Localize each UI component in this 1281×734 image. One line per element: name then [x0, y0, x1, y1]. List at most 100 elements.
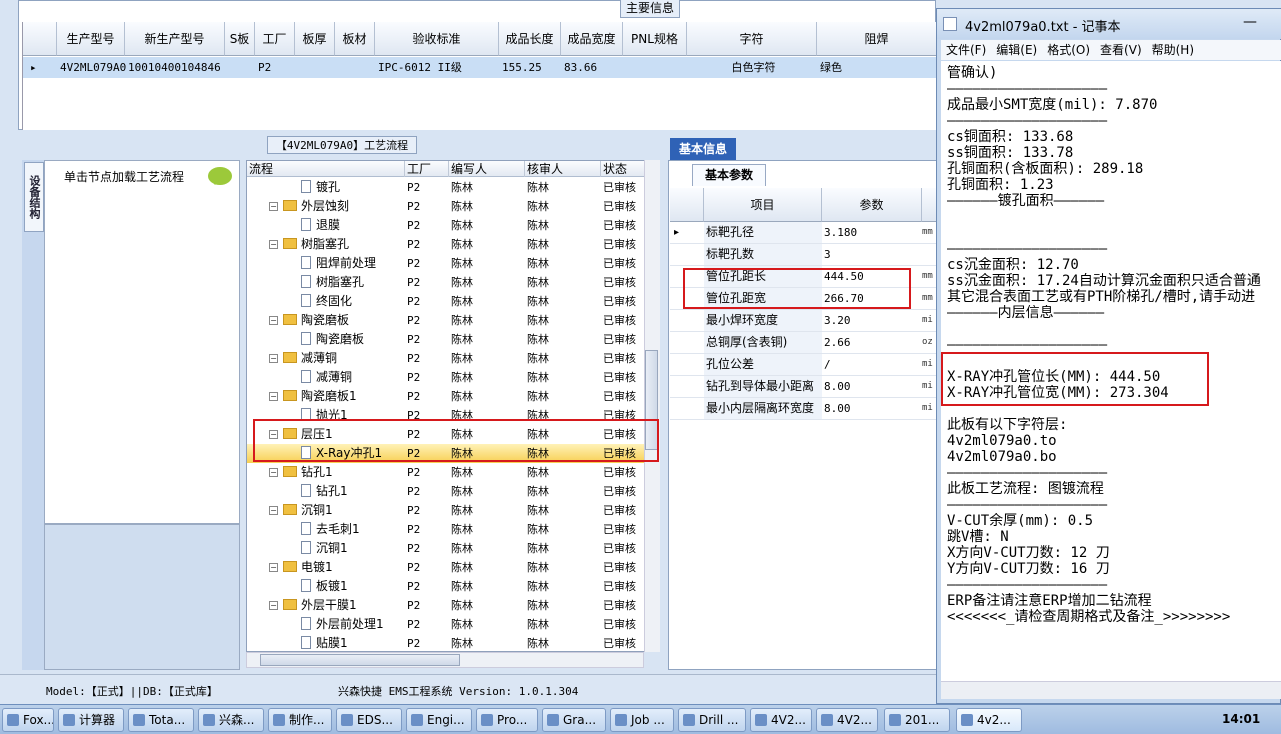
speech-bubble-icon[interactable]	[208, 167, 232, 185]
col-writer[interactable]: 编写人	[449, 161, 525, 177]
param-row[interactable]: ▸ 标靶孔径 3.180 mm	[670, 222, 938, 244]
tree-row[interactable]: − 外层干膜1 P2 陈林 陈林 已审核	[247, 596, 647, 615]
tree-row[interactable]: 阻焊前处理 P2 陈林 陈林 已审核	[247, 254, 647, 273]
col-thickness[interactable]: 板厚	[295, 22, 335, 56]
tree-row[interactable]: 终固化 P2 陈林 陈林 已审核	[247, 292, 647, 311]
menu-format[interactable]: 格式(O)	[1047, 43, 1090, 57]
tree-row[interactable]: 去毛刺1 P2 陈林 陈林 已审核	[247, 520, 647, 539]
menu-view[interactable]: 查看(V)	[1100, 43, 1142, 57]
taskbar-button[interactable]: Engi...	[406, 708, 472, 732]
collapse-toggle-icon[interactable]: −	[269, 468, 278, 477]
taskbar-button[interactable]: 4V2...	[816, 708, 878, 732]
tree-node[interactable]: 电镀1	[283, 558, 333, 577]
col-length[interactable]: 成品长度	[499, 22, 561, 56]
tree-node[interactable]: 去毛刺1	[301, 520, 360, 539]
tree-node[interactable]: 减薄铜	[301, 368, 352, 387]
collapse-toggle-icon[interactable]: −	[269, 240, 278, 249]
tree-row[interactable]: 镀孔 P2 陈林 陈林 已审核	[247, 178, 647, 197]
taskbar-button[interactable]: Gra...	[542, 708, 606, 732]
taskbar-button[interactable]: Drill ...	[678, 708, 746, 732]
minimize-icon[interactable]: —	[1239, 13, 1261, 33]
taskbar-button[interactable]: EDS...	[336, 708, 402, 732]
tree-node[interactable]: 减薄铜	[283, 349, 337, 368]
tree-row[interactable]: − 陶瓷磨板1 P2 陈林 陈林 已审核	[247, 387, 647, 406]
taskbar-button[interactable]: Pro...	[476, 708, 538, 732]
tree-row[interactable]: − 沉铜1 P2 陈林 陈林 已审核	[247, 501, 647, 520]
collapse-toggle-icon[interactable]: −	[269, 354, 278, 363]
tree-node[interactable]: 钻孔1	[301, 482, 348, 501]
notepad-titlebar[interactable]: 4v2ml079a0.txt - 记事本 —	[937, 9, 1281, 39]
tree-node[interactable]: 镀孔	[301, 178, 340, 197]
tree-node[interactable]: 外层前处理1	[301, 615, 384, 634]
tree-hscroll-thumb[interactable]	[260, 654, 460, 666]
tree-node[interactable]: 板镀1	[301, 577, 348, 596]
tree-node[interactable]: 外层干膜1	[283, 596, 357, 615]
tree-row[interactable]: 沉铜1 P2 陈林 陈林 已审核	[247, 539, 647, 558]
col-material[interactable]: 板材	[335, 22, 375, 56]
tree-row[interactable]: − 减薄铜 P2 陈林 陈林 已审核	[247, 349, 647, 368]
tree-node[interactable]: 外层蚀刻	[283, 197, 349, 216]
collapse-toggle-icon[interactable]: −	[269, 506, 278, 515]
menu-help[interactable]: 帮助(H)	[1152, 43, 1194, 57]
tree-node[interactable]: 陶瓷磨板	[301, 330, 364, 349]
taskbar-button[interactable]: 201...	[884, 708, 950, 732]
tab-basic-params[interactable]: 基本参数	[692, 164, 766, 186]
taskbar-button[interactable]: Job ...	[610, 708, 674, 732]
tree-row[interactable]: 板镀1 P2 陈林 陈林 已审核	[247, 577, 647, 596]
tree-node[interactable]: 沉铜1	[283, 501, 333, 520]
tree-row[interactable]: − 树脂塞孔 P2 陈林 陈林 已审核	[247, 235, 647, 254]
col-standard[interactable]: 验收标准	[375, 22, 499, 56]
tree-row[interactable]: − 电镀1 P2 陈林 陈林 已审核	[247, 558, 647, 577]
col-new-model[interactable]: 新生产型号	[125, 22, 225, 56]
tree-row[interactable]: 减薄铜 P2 陈林 陈林 已审核	[247, 368, 647, 387]
col-factory[interactable]: 工厂	[255, 22, 295, 56]
col-model[interactable]: 生产型号	[57, 22, 125, 56]
tree-row[interactable]: 树脂塞孔 P2 陈林 陈林 已审核	[247, 273, 647, 292]
collapse-toggle-icon[interactable]: −	[269, 316, 278, 325]
tree-node[interactable]: 树脂塞孔	[301, 273, 364, 292]
taskbar-button[interactable]: 制作...	[268, 708, 332, 732]
notepad-horizontal-scrollbar[interactable]	[941, 681, 1281, 699]
col-char[interactable]: 字符	[687, 22, 817, 56]
taskbar-button[interactable]: Fox...	[2, 708, 54, 732]
collapse-toggle-icon[interactable]: −	[269, 392, 278, 401]
col-width[interactable]: 成品宽度	[561, 22, 623, 56]
tree-row[interactable]: 贴膜1 P2 陈林 陈林 已审核	[247, 634, 647, 651]
tree-row[interactable]: 钻孔1 P2 陈林 陈林 已审核	[247, 482, 647, 501]
tab-basic-info[interactable]: 基本信息	[670, 138, 736, 160]
taskbar-button[interactable]: Tota...	[128, 708, 194, 732]
col-reviewer[interactable]: 核审人	[525, 161, 601, 177]
col-param[interactable]: 参数	[822, 188, 922, 222]
taskbar-button[interactable]: 兴森...	[198, 708, 264, 732]
tree-node[interactable]: 沉铜1	[301, 539, 348, 558]
param-row[interactable]: 总铜厚(含表铜) 2.66 oz	[670, 332, 938, 354]
tree-row[interactable]: 退膜 P2 陈林 陈林 已审核	[247, 216, 647, 235]
tree-node[interactable]: 钻孔1	[283, 463, 333, 482]
taskbar-button[interactable]: 计算器	[58, 708, 124, 732]
tree-row[interactable]: 陶瓷磨板 P2 陈林 陈林 已审核	[247, 330, 647, 349]
col-item[interactable]: 项目	[704, 188, 822, 222]
col-flow[interactable]: 流程	[247, 161, 405, 177]
collapse-toggle-icon[interactable]: −	[269, 563, 278, 572]
tree-node[interactable]: 退膜	[301, 216, 340, 235]
col-mask[interactable]: 阻焊	[817, 22, 937, 56]
param-row[interactable]: 标靶孔数 3	[670, 244, 938, 266]
tree-row[interactable]: 外层前处理1 P2 陈林 陈林 已审核	[247, 615, 647, 634]
tree-row[interactable]: − 钻孔1 P2 陈林 陈林 已审核	[247, 463, 647, 482]
tree-node[interactable]: 终固化	[301, 292, 352, 311]
collapse-toggle-icon[interactable]: −	[269, 601, 278, 610]
param-row[interactable]: 钻孔到导体最小距离 8.00 mi	[670, 376, 938, 398]
col-factory[interactable]: 工厂	[405, 161, 449, 177]
taskbar-button[interactable]: 4V2...	[750, 708, 812, 732]
param-row[interactable]: 最小内层隔离环宽度 8.00 mi	[670, 398, 938, 420]
tree-node[interactable]: 阻焊前处理	[301, 254, 376, 273]
taskbar-button[interactable]: 4v2...	[956, 708, 1022, 732]
tree-row[interactable]: − 陶瓷磨板 P2 陈林 陈林 已审核	[247, 311, 647, 330]
tree-node[interactable]: 贴膜1	[301, 634, 348, 651]
param-row[interactable]: 最小焊环宽度 3.20 mi	[670, 310, 938, 332]
col-pnl[interactable]: PNL规格	[623, 22, 687, 56]
tree-node[interactable]: 陶瓷磨板1	[283, 387, 357, 406]
tree-node[interactable]: 陶瓷磨板	[283, 311, 349, 330]
menu-file[interactable]: 文件(F)	[946, 43, 986, 57]
col-s-board[interactable]: S板	[225, 22, 255, 56]
